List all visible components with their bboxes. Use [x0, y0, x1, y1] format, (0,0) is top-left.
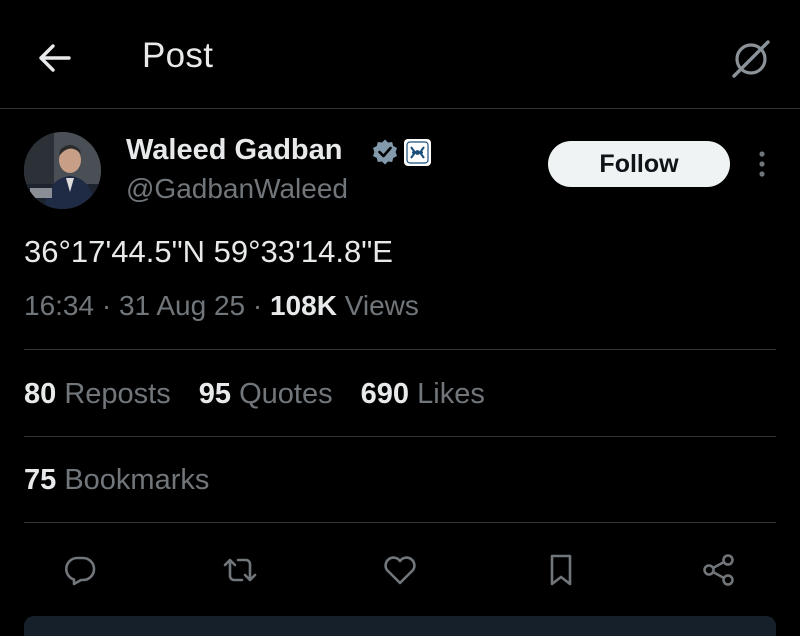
page-title: Post — [142, 36, 214, 75]
like-icon — [384, 556, 416, 585]
user-handle[interactable]: @GadbanWaleed — [126, 173, 348, 205]
top-bar: Post — [0, 0, 800, 109]
follow-button[interactable]: Follow — [548, 141, 730, 187]
repost-button[interactable] — [220, 550, 260, 590]
engagement-stats: 80 Reposts 95 Quotes 690 Likes — [24, 378, 505, 411]
divider — [24, 436, 776, 437]
likes-label: Likes — [417, 378, 485, 410]
divider — [24, 522, 776, 523]
avatar[interactable] — [24, 132, 101, 209]
separator-dot: · — [252, 290, 270, 321]
reply-composer-edge — [24, 616, 776, 636]
divider — [24, 349, 776, 350]
reposts-stat[interactable]: 80 Reposts — [24, 378, 171, 410]
bookmark-button[interactable] — [541, 550, 581, 590]
grok-icon — [732, 40, 770, 78]
post-meta: 16:34 · 31 Aug 25 · 108K Views — [24, 290, 419, 322]
views-count: 108K — [269, 290, 337, 321]
views-label: Views — [344, 290, 419, 321]
more-vertical-icon — [759, 151, 765, 177]
separator-dot: · — [101, 290, 119, 321]
back-button[interactable] — [34, 38, 74, 78]
post-time[interactable]: 16:34 — [24, 290, 94, 321]
avatar-photo — [24, 132, 101, 209]
quotes-stat[interactable]: 95 Quotes — [199, 378, 333, 410]
bookmarks-stat[interactable]: 75 Bookmarks — [24, 464, 209, 497]
post-date[interactable]: 31 Aug 25 — [119, 290, 245, 321]
affiliation-badge-icon — [404, 139, 431, 166]
post-text: 36°17'44.5"N 59°33'14.8"E — [24, 234, 393, 269]
likes-stat[interactable]: 690 Likes — [361, 378, 485, 410]
quotes-count: 95 — [198, 378, 232, 410]
more-options-button[interactable] — [748, 146, 776, 182]
display-name[interactable]: Waleed Gadban — [126, 134, 342, 167]
reposts-label: Reposts — [64, 378, 171, 410]
quotes-label: Quotes — [239, 378, 333, 410]
bookmarks-count: 75 — [24, 464, 57, 496]
grok-button[interactable] — [726, 34, 776, 84]
reply-icon — [65, 556, 96, 586]
bookmark-icon — [550, 554, 572, 586]
share-icon — [703, 554, 734, 586]
share-button[interactable] — [699, 550, 739, 590]
arrow-left-icon — [39, 44, 71, 72]
verified-badge-icon — [373, 139, 397, 165]
reply-button[interactable] — [60, 550, 100, 590]
likes-count: 690 — [360, 378, 410, 410]
repost-icon — [223, 558, 257, 582]
bookmarks-label: Bookmarks — [64, 464, 210, 496]
reposts-count: 80 — [24, 378, 57, 410]
like-button[interactable] — [380, 550, 420, 590]
